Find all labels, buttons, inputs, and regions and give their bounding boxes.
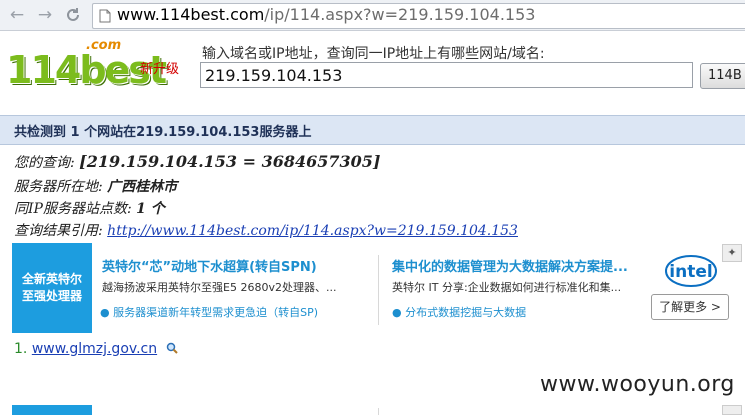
ad-right-link[interactable]: ● 分布式数据挖掘与大数据 [392, 304, 526, 320]
ad-left-title[interactable]: 英特尔“芯”动地下水超算(转自SPN) [102, 256, 317, 275]
upgrade-badge: 新升级 [140, 62, 180, 77]
site-count-label: 同IP服务器站点数: [14, 201, 137, 217]
url-path: /ip/114.aspx?w=219.159.104.153 [264, 5, 536, 24]
location-line: 服务器所在地: 广西桂林市 [14, 176, 177, 196]
paw-icon[interactable]: ✦ [722, 244, 742, 262]
result-title: 共检测到 1 个网站在219.159.104.153服务器上 [14, 125, 312, 140]
query-label: 您的查询: [14, 155, 80, 171]
ad-side-banner[interactable]: 全新英特尔至强处理器 [12, 243, 92, 333]
cite-link[interactable]: http://www.114best.com/ip/114.aspx?w=219… [107, 223, 518, 239]
ad-left-link[interactable]: ● 服务器渠道新年转型需求更急迫（转自SP) [100, 304, 318, 320]
ad-side-line2: 至强处理器 [21, 289, 82, 303]
intel-logo-text: intel [669, 262, 712, 282]
site-count-line: 同IP服务器站点数: 1 个 [14, 198, 165, 218]
watermark: www.wooyun.org [540, 372, 735, 397]
paw-icon-partial[interactable] [722, 405, 742, 415]
ip-search-input[interactable] [200, 62, 693, 88]
query-line: 您的查询: [219.159.104.153 = 3684657305] [14, 152, 381, 172]
url-host: www.114best.com [117, 5, 265, 24]
intel-logo[interactable]: intel [664, 252, 718, 290]
back-icon[interactable]: ← [8, 6, 26, 24]
search-prompt: 输入域名或IP地址，查询同一IP地址上有哪些网站/域名: [202, 46, 545, 62]
query-value: [219.159.104.153 = 3684657305] [79, 152, 381, 171]
site-list-item: 1. www.glmzj.gov.cn [14, 341, 178, 357]
ad-side-line1: 全新英特尔 [21, 272, 82, 286]
ad-divider-partial [378, 408, 379, 415]
magnifier-icon[interactable] [162, 341, 178, 357]
ad-side-banner-partial[interactable] [12, 405, 92, 415]
ad-divider [378, 255, 379, 325]
logo-com: .com [86, 38, 122, 53]
page-icon [99, 8, 111, 23]
ad-right-title[interactable]: 集中化的数据管理为大数据解决方案提... [392, 256, 628, 275]
location-value: 广西桂林市 [107, 179, 178, 195]
site-domain-link[interactable]: www.glmzj.gov.cn [32, 341, 157, 357]
bullet-icon: ● [100, 306, 114, 319]
forward-icon[interactable]: → [36, 6, 54, 24]
learn-more-button[interactable]: 了解更多 > [651, 294, 729, 320]
cite-line: 查询结果引用: http://www.114best.com/ip/114.as… [14, 220, 518, 240]
cite-label: 查询结果引用: [14, 223, 108, 239]
ad-left-desc: 越海扬波采用英特尔至强E5 2680v2处理器、... [102, 281, 337, 294]
site-number: 1. [14, 341, 28, 357]
reload-icon[interactable] [64, 6, 82, 24]
ad-left-link-text: 服务器渠道新年转型需求更急迫（转自SP) [113, 306, 319, 319]
bullet-icon: ● [392, 306, 406, 319]
url-text[interactable]: www.114best.com/ip/114.aspx?w=219.159.10… [117, 5, 535, 25]
query-button[interactable]: 114B [700, 63, 745, 89]
ad-right-desc: 英特尔 IT 分享:企业数据如何进行标准化和集... [392, 281, 622, 294]
site-count-value: 1 个 [136, 201, 165, 217]
ad-right-link-text: 分布式数据挖掘与大数据 [405, 306, 527, 319]
location-label: 服务器所在地: [14, 179, 108, 195]
